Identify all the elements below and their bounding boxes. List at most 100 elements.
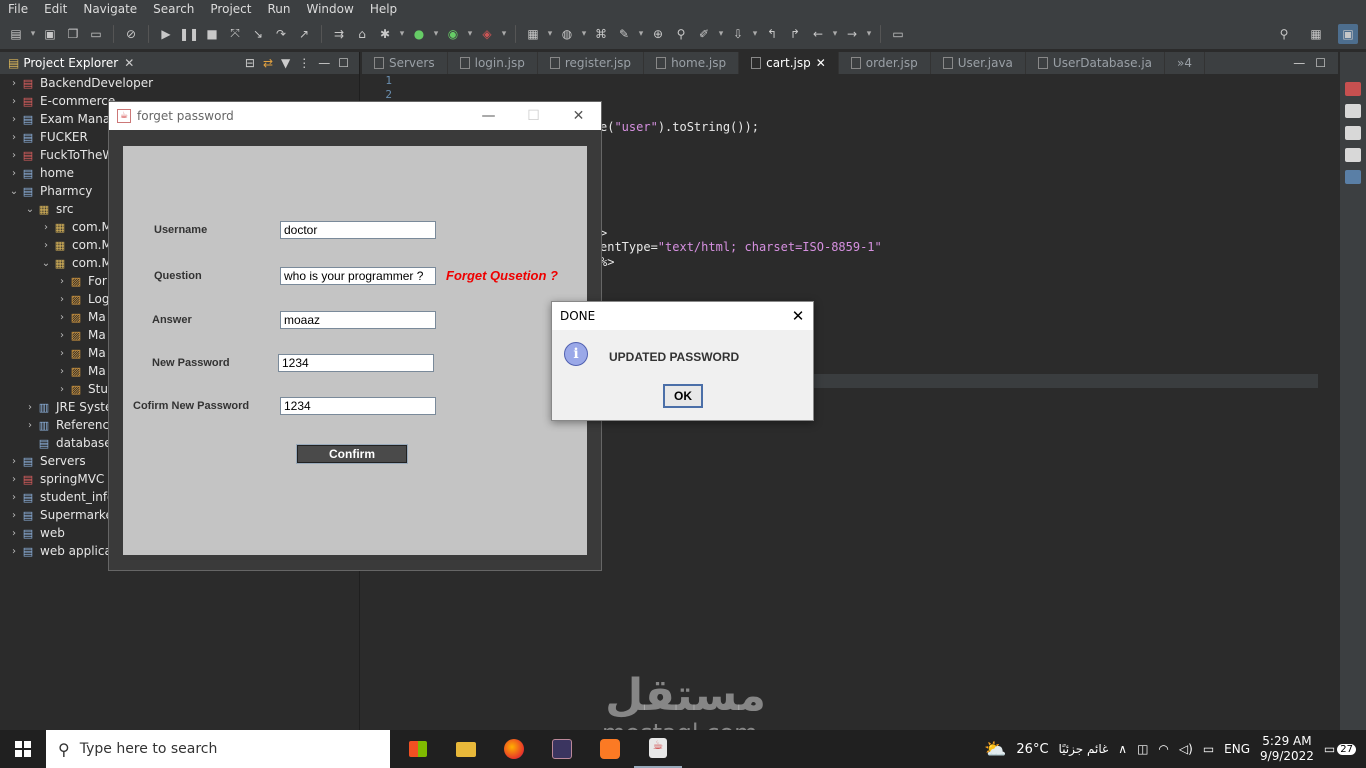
expand-arrow-icon[interactable]: › xyxy=(56,312,68,323)
menu-navigate[interactable]: Navigate xyxy=(75,2,145,16)
ok-button[interactable]: OK xyxy=(663,384,703,408)
step-over-icon[interactable]: ↷ xyxy=(271,24,291,44)
open-folder-icon[interactable]: ⌂ xyxy=(352,24,372,44)
expand-arrow-icon[interactable]: › xyxy=(8,474,20,485)
expand-arrow-icon[interactable]: › xyxy=(8,168,20,179)
task-list-icon[interactable] xyxy=(1345,104,1361,118)
expand-arrow-icon[interactable]: › xyxy=(56,384,68,395)
servers-view-icon[interactable] xyxy=(1345,148,1361,162)
back-icon[interactable]: ← xyxy=(808,24,828,44)
minimize-button[interactable]: — xyxy=(466,108,511,124)
editor-tab[interactable]: Servers xyxy=(362,52,448,74)
expand-arrow-icon[interactable]: › xyxy=(8,78,20,89)
weather-temp[interactable]: 26°C xyxy=(1016,742,1048,757)
expand-arrow-icon[interactable]: › xyxy=(8,456,20,467)
close-icon[interactable]: ✕ xyxy=(124,56,134,70)
menu-search[interactable]: Search xyxy=(145,2,202,16)
view-menu-icon[interactable]: ⋮ xyxy=(298,56,310,70)
expand-arrow-icon[interactable]: › xyxy=(24,402,36,413)
close-button[interactable]: ✕ xyxy=(783,307,813,325)
save-all-icon[interactable]: ❐ xyxy=(63,24,83,44)
code-line[interactable]: entType="text/html; charset=ISO-8859-1" xyxy=(600,240,882,254)
editor-tab[interactable]: cart.jsp ✕ xyxy=(739,52,839,74)
answer-field[interactable]: moaaz xyxy=(280,311,436,329)
expand-arrow-icon[interactable]: › xyxy=(40,240,52,251)
expand-arrow-icon[interactable]: › xyxy=(56,330,68,341)
forget-question-link[interactable]: Forget Qusetion ? xyxy=(446,268,558,283)
username-field[interactable]: doctor xyxy=(280,221,436,239)
drop-frame-icon[interactable]: ⇉ xyxy=(329,24,349,44)
debug-icon[interactable]: ✱ xyxy=(375,24,395,44)
forward-icon[interactable]: → xyxy=(842,24,862,44)
confirm-button[interactable]: Confirm xyxy=(297,445,407,463)
external-tools-icon[interactable]: ◈ xyxy=(477,24,497,44)
close-tab-icon[interactable]: ✕ xyxy=(816,56,826,70)
editor-tab[interactable]: »4 xyxy=(1165,52,1206,74)
outline-icon[interactable] xyxy=(1345,82,1361,96)
network-icon[interactable]: ◠ xyxy=(1158,742,1168,756)
expand-arrow-icon[interactable]: › xyxy=(8,546,20,557)
suspend-icon[interactable]: ❚❚ xyxy=(179,24,199,44)
expand-arrow-icon[interactable]: › xyxy=(8,150,20,161)
search-tool-icon[interactable]: ⚲ xyxy=(671,24,691,44)
web-browser-icon[interactable]: ◍ xyxy=(557,24,577,44)
minimize-icon[interactable]: — xyxy=(1293,56,1305,70)
expand-arrow-icon[interactable]: › xyxy=(8,492,20,503)
weather-text[interactable]: غائم جزئيًا xyxy=(1059,742,1109,756)
perspective-icon[interactable]: ▦ xyxy=(1306,24,1326,44)
expand-arrow-icon[interactable]: › xyxy=(24,420,36,431)
editor-tab[interactable]: order.jsp xyxy=(839,52,931,74)
filter-icon[interactable]: ▼ xyxy=(281,56,290,70)
question-field[interactable]: who is your programmer ? xyxy=(280,267,436,285)
java-perspective-icon[interactable]: ▣ xyxy=(1338,23,1358,44)
maximize-button[interactable]: ☐ xyxy=(511,108,556,124)
editor-tab[interactable]: User.java xyxy=(931,52,1026,74)
windows-start-button[interactable] xyxy=(0,730,46,768)
pencil-icon[interactable]: ✎ xyxy=(614,24,634,44)
open-type-icon[interactable]: ⌘ xyxy=(591,24,611,44)
xampp-icon[interactable] xyxy=(586,730,634,768)
battery-icon[interactable]: ▭ xyxy=(1203,742,1214,756)
menu-help[interactable]: Help xyxy=(362,2,405,16)
forward-history-icon[interactable]: ↱ xyxy=(785,24,805,44)
expand-arrow-icon[interactable]: › xyxy=(8,528,20,539)
save-icon[interactable]: ▣ xyxy=(40,24,60,44)
run-icon[interactable]: ● xyxy=(409,24,429,44)
editor-tab[interactable]: register.jsp xyxy=(538,52,645,74)
minimize-icon[interactable]: — xyxy=(318,56,330,70)
menu-edit[interactable]: Edit xyxy=(36,2,75,16)
editor-tab[interactable]: login.jsp xyxy=(448,52,538,74)
expand-arrow-icon[interactable]: › xyxy=(8,96,20,107)
java-icon[interactable]: ☕ xyxy=(634,730,682,768)
weather-icon[interactable]: ⛅ xyxy=(984,739,1006,760)
file-explorer-icon[interactable] xyxy=(442,730,490,768)
step-return-icon[interactable]: ↗ xyxy=(294,24,314,44)
new-icon[interactable]: ▤ xyxy=(6,24,26,44)
back-history-icon[interactable]: ↰ xyxy=(762,24,782,44)
volume-icon[interactable]: ◁) xyxy=(1179,742,1193,756)
show-hidden-icons[interactable]: ∧ xyxy=(1118,742,1127,756)
editor-tab[interactable]: UserDatabase.ja xyxy=(1026,52,1166,74)
menu-project[interactable]: Project xyxy=(202,2,259,16)
code-line[interactable]: e("user").toString()); xyxy=(600,120,759,134)
expand-arrow-icon[interactable]: ⌄ xyxy=(8,186,20,197)
expand-arrow-icon[interactable]: ⌄ xyxy=(40,258,52,269)
resume-icon[interactable]: ▶ xyxy=(156,24,176,44)
step-into-icon[interactable]: ↘ xyxy=(248,24,268,44)
maximize-icon[interactable]: ☐ xyxy=(338,56,349,70)
terminate-icon[interactable]: ■ xyxy=(202,24,222,44)
new-dropdown-icon[interactable]: ▾ xyxy=(29,24,37,44)
console-icon[interactable]: ▭ xyxy=(86,24,106,44)
expand-arrow-icon[interactable]: › xyxy=(56,294,68,305)
eclipse-icon[interactable] xyxy=(538,730,586,768)
link-editor-icon[interactable]: ⇄ xyxy=(263,56,273,70)
maximize-icon[interactable]: ☐ xyxy=(1315,56,1326,70)
next-annotation-icon[interactable]: ⇩ xyxy=(728,24,748,44)
new-server-icon[interactable]: ▦ xyxy=(523,24,543,44)
expand-arrow-icon[interactable]: ⌄ xyxy=(24,204,36,215)
search-icon[interactable]: ⚲ xyxy=(1274,24,1294,44)
expand-arrow-icon[interactable]: › xyxy=(56,276,68,287)
confirm-password-field[interactable]: 1234 xyxy=(280,397,436,415)
new-password-field[interactable]: 1234 xyxy=(278,354,434,372)
menu-file[interactable]: File xyxy=(0,2,36,16)
